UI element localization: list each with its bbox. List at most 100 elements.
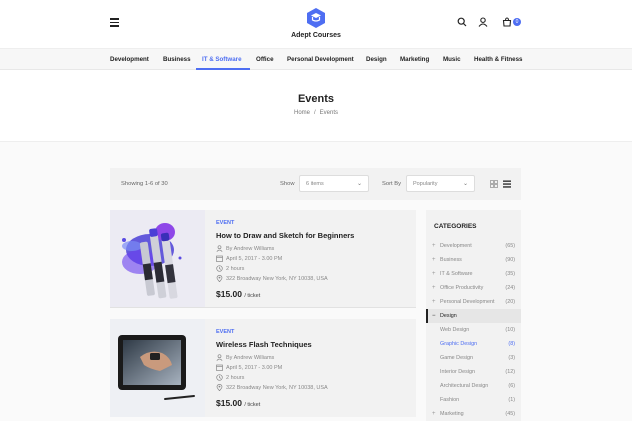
subcategory-item-interior-design[interactable]: Interior Design (12): [426, 365, 521, 379]
event-author-text: By Andrew Williams: [226, 246, 275, 252]
nav-item-design[interactable]: Design: [366, 56, 387, 63]
menu-icon[interactable]: [110, 18, 119, 27]
location-pin-icon: [216, 384, 223, 391]
category-count: (45): [505, 411, 515, 417]
event-date: April 5, 2017 - 3.00 PM: [216, 255, 411, 262]
expand-icon[interactable]: +: [432, 411, 436, 417]
category-name: Design: [440, 313, 457, 319]
cart-icon[interactable]: [502, 17, 512, 27]
category-count: (20): [505, 299, 515, 305]
category-name: Office Productivity: [440, 285, 484, 291]
event-tag[interactable]: Event: [216, 329, 411, 335]
event-location-text: 322 Broadway New York, NY 10038, USA: [226, 385, 328, 391]
event-thumbnail-markers[interactable]: [110, 210, 205, 308]
user-icon: [216, 354, 223, 361]
event-duration: 2 hours: [216, 374, 411, 381]
category-count: (24): [505, 285, 515, 291]
category-count: (65): [505, 243, 515, 249]
category-count: (90): [505, 257, 515, 263]
chevron-down-icon: ⌄: [356, 181, 362, 187]
show-select[interactable]: 6 items ⌄: [299, 175, 369, 192]
subcategory-item-game-design[interactable]: Game Design (3): [426, 351, 521, 365]
category-item-design[interactable]: − Design: [426, 309, 521, 323]
event-date-text: April 5, 2017 - 3.00 PM: [226, 256, 283, 262]
expand-icon[interactable]: +: [432, 271, 436, 277]
user-icon[interactable]: [478, 17, 488, 27]
event-date: April 5, 2017 - 3.00 PM: [216, 364, 411, 371]
event-info: Event How to Draw and Sketch for Beginne…: [216, 220, 411, 299]
event-title[interactable]: How to Draw and Sketch for Beginners: [216, 231, 411, 240]
event-location: 322 Broadway New York, NY 10038, USA: [216, 384, 411, 391]
show-label: Show: [280, 181, 295, 187]
category-name: IT & Software: [440, 271, 473, 277]
event-author-text: By Andrew Williams: [226, 355, 275, 361]
search-icon[interactable]: [457, 17, 467, 27]
nav-item-music[interactable]: Music: [443, 56, 461, 63]
category-count: (10): [505, 327, 515, 333]
event-location: 322 Broadway New York, NY 10038, USA: [216, 275, 411, 282]
tablet-image: [110, 319, 205, 417]
category-item-business[interactable]: + Business (90): [426, 253, 521, 267]
list-view-icon[interactable]: [503, 180, 511, 188]
page-title: Events: [297, 93, 335, 105]
sort-select[interactable]: Popularity ⌄: [406, 175, 475, 192]
event-tag[interactable]: Event: [216, 220, 411, 226]
event-price-amount: $15.00: [216, 398, 242, 408]
event-duration: 2 hours: [216, 265, 411, 272]
category-name: Personal Development: [440, 299, 495, 305]
subcategory-item-fashion[interactable]: Fashion (1): [426, 393, 521, 407]
category-count: (3): [508, 355, 515, 361]
event-price: $15.00 / ticket: [216, 398, 411, 408]
event-info: Event Wireless Flash Techniques By Andre…: [216, 329, 411, 408]
chevron-down-icon: ⌄: [462, 181, 468, 187]
event-price: $15.00 / ticket: [216, 289, 411, 299]
breadcrumb: Home / Events: [0, 110, 632, 116]
category-count: (1): [508, 397, 515, 403]
category-name: Graphic Design: [440, 341, 478, 347]
calendar-icon: [216, 255, 223, 262]
collapse-icon[interactable]: −: [432, 313, 436, 319]
expand-icon[interactable]: +: [432, 257, 436, 263]
category-name: Business: [440, 257, 462, 263]
expand-icon[interactable]: +: [432, 243, 436, 249]
results-toolbar: Showing 1-6 of 30 Show 6 items ⌄ Sort By…: [110, 168, 521, 200]
category-item-personal-development[interactable]: + Personal Development (20): [426, 295, 521, 309]
markers-image: [110, 210, 205, 308]
subcategory-item-architectural-design[interactable]: Architectural Design (6): [426, 379, 521, 393]
category-item-office-productivity[interactable]: + Office Productivity (24): [426, 281, 521, 295]
event-title[interactable]: Wireless Flash Techniques: [216, 340, 411, 349]
event-card[interactable]: Event How to Draw and Sketch for Beginne…: [110, 210, 416, 308]
expand-icon[interactable]: +: [432, 299, 436, 305]
category-item-marketing[interactable]: + Marketing (45): [426, 407, 521, 421]
sort-label: Sort By: [382, 181, 402, 187]
event-card[interactable]: Event Wireless Flash Techniques By Andre…: [110, 319, 416, 417]
sort-select-value: Popularity: [413, 181, 438, 187]
brand-logo[interactable]: Adept Courses: [286, 7, 346, 39]
breadcrumb-current: Events: [319, 110, 339, 116]
show-select-value: 6 items: [306, 181, 324, 187]
category-nav: Development Business IT & Software Offic…: [0, 48, 632, 70]
subcategory-item-graphic-design[interactable]: Graphic Design (8): [426, 337, 521, 351]
subcategory-item-web-design[interactable]: Web Design (10): [426, 323, 521, 337]
category-item-development[interactable]: + Development (65): [426, 239, 521, 253]
nav-item-development[interactable]: Development: [110, 56, 149, 63]
categories-sidebar: CATEGORIES + Development (65) + Business…: [426, 210, 521, 421]
event-price-unit: / ticket: [244, 293, 261, 299]
category-count: (6): [508, 383, 515, 389]
nav-item-office[interactable]: Office: [256, 56, 274, 63]
expand-icon[interactable]: +: [432, 285, 436, 291]
breadcrumb-home[interactable]: Home: [294, 110, 310, 116]
nav-item-it-software[interactable]: IT & Software: [202, 56, 242, 63]
clock-icon: [216, 265, 223, 272]
category-count: (12): [505, 369, 515, 375]
breadcrumb-separator: /: [314, 110, 316, 116]
nav-item-marketing[interactable]: Marketing: [400, 56, 429, 63]
nav-item-health-fitness[interactable]: Health & Fitness: [474, 56, 522, 63]
event-thumbnail-tablet[interactable]: [110, 319, 205, 417]
event-price-unit: / ticket: [244, 402, 261, 408]
nav-item-personal-development[interactable]: Personal Development: [287, 56, 354, 63]
category-item-it-software[interactable]: + IT & Software (35): [426, 267, 521, 281]
event-location-text: 322 Broadway New York, NY 10038, USA: [226, 276, 328, 282]
grid-view-icon[interactable]: [490, 180, 498, 188]
nav-item-business[interactable]: Business: [163, 56, 191, 63]
